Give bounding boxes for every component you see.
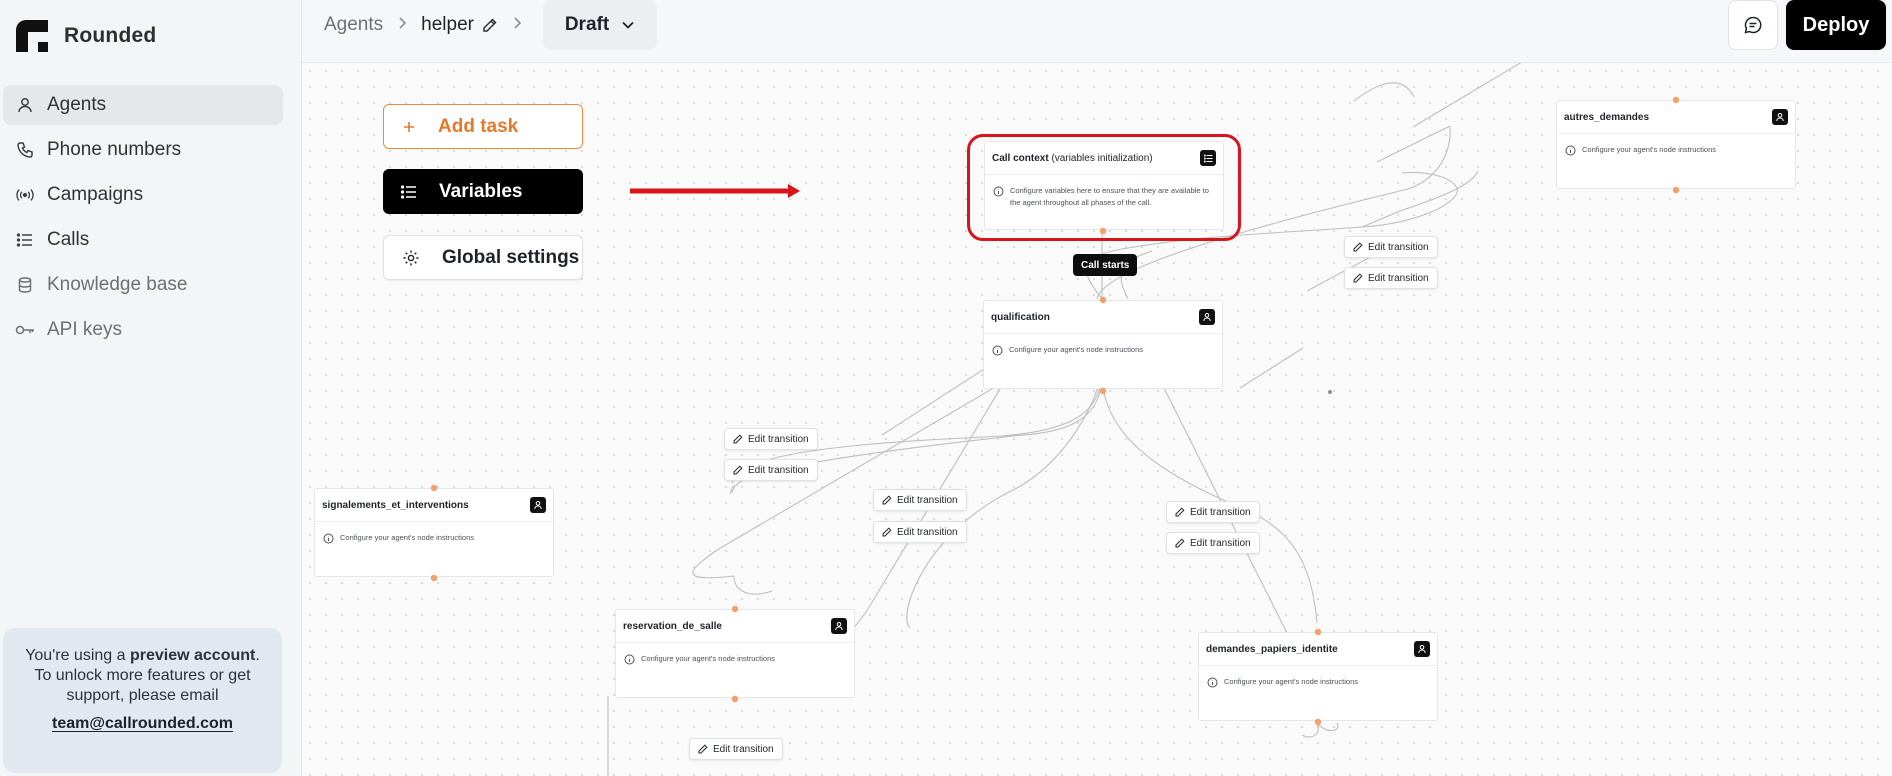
chat-button[interactable] — [1728, 0, 1778, 50]
sidebar-item-label: Calls — [47, 229, 90, 250]
version-label: Draft — [564, 14, 610, 35]
edit-transition-button[interactable]: Edit transition — [873, 489, 967, 511]
preview-account-notice: You're using a preview account. To unloc… — [3, 628, 282, 773]
sidebar-item-label: Phone numbers — [47, 139, 182, 160]
deploy-button[interactable]: Deploy — [1786, 0, 1886, 50]
edit-transition-label: Edit transition — [897, 494, 958, 506]
pencil-icon — [1353, 242, 1363, 252]
sidebar: Rounded Agents Phone numbers Campaigns C… — [0, 0, 302, 776]
edit-transition-button[interactable]: Edit transition — [1344, 236, 1438, 258]
pencil-icon — [1353, 273, 1363, 283]
pencil-icon — [882, 495, 892, 505]
pencil-icon — [882, 527, 892, 537]
phone-icon — [15, 140, 35, 160]
handle-signalements-top[interactable] — [430, 484, 438, 492]
brand[interactable]: Rounded — [14, 18, 156, 54]
handle-signalements-bottom[interactable] — [430, 574, 438, 582]
breadcrumb-agent-name[interactable]: helper — [421, 14, 498, 36]
pencil-icon[interactable] — [482, 17, 498, 33]
sidebar-item-calls[interactable]: Calls — [3, 220, 283, 260]
database-icon — [15, 275, 35, 295]
call-starts-label: Call starts — [1073, 254, 1138, 276]
message-icon — [1744, 16, 1762, 34]
edit-transition-button[interactable]: Edit transition — [724, 428, 818, 450]
handle-qualification-top[interactable] — [1099, 296, 1107, 304]
flow-canvas[interactable]: Add task Variables Global settings Call … — [302, 63, 1892, 776]
edit-transition-button[interactable]: Edit transition — [873, 521, 967, 543]
edit-transition-label: Edit transition — [1190, 506, 1251, 518]
handle-reservation-bottom[interactable] — [731, 695, 739, 703]
chevron-down-icon — [622, 21, 634, 29]
edit-transition-label: Edit transition — [748, 464, 809, 476]
list-icon — [15, 230, 35, 250]
sidebar-item-label: API keys — [47, 319, 122, 340]
handle-reservation-top[interactable] — [731, 605, 739, 613]
key-icon — [15, 320, 35, 340]
sidebar-item-api-keys[interactable]: API keys — [3, 310, 283, 350]
edit-transition-button[interactable]: Edit transition — [1344, 267, 1438, 289]
chevron-right-icon — [512, 16, 522, 35]
sidebar-item-agents[interactable]: Agents — [3, 85, 283, 125]
canvas-dot — [1328, 390, 1332, 394]
handle-call-context-bottom[interactable] — [1099, 227, 1107, 235]
pencil-icon — [1175, 538, 1185, 548]
pencil-icon — [733, 434, 743, 444]
pencil-icon — [733, 465, 743, 475]
sidebar-item-label: Knowledge base — [47, 274, 188, 295]
sidebar-item-label: Agents — [47, 94, 107, 115]
top-bar: Agents helper Draft Deploy — [302, 0, 1892, 63]
edit-transition-label: Edit transition — [713, 743, 774, 755]
version-select[interactable]: Draft — [543, 0, 657, 50]
user-icon — [15, 95, 35, 115]
edit-transition-button[interactable]: Edit transition — [1166, 501, 1260, 523]
breadcrumb-agents[interactable]: Agents — [324, 14, 383, 36]
edit-transition-button[interactable]: Edit transition — [689, 738, 783, 760]
edit-transition-label: Edit transition — [1368, 272, 1429, 284]
handle-demandes-bottom[interactable] — [1314, 718, 1322, 726]
broadcast-icon — [15, 185, 35, 205]
support-email-link[interactable]: team@callrounded.com — [52, 714, 233, 734]
sidebar-nav: Agents Phone numbers Campaigns Calls Kno… — [3, 85, 283, 355]
chevron-right-icon — [397, 16, 407, 35]
sidebar-item-knowledge-base[interactable]: Knowledge base — [3, 265, 283, 305]
edit-transition-label: Edit transition — [1190, 537, 1251, 549]
brand-name: Rounded — [64, 24, 157, 47]
sidebar-item-phone-numbers[interactable]: Phone numbers — [3, 130, 283, 170]
pencil-icon — [1175, 507, 1185, 517]
edit-transition-label: Edit transition — [1368, 241, 1429, 253]
edit-transition-button[interactable]: Edit transition — [1166, 532, 1260, 554]
sidebar-item-label: Campaigns — [47, 184, 144, 205]
logo-icon — [16, 20, 48, 52]
handle-autres-bottom[interactable] — [1672, 186, 1680, 194]
pencil-icon — [698, 744, 708, 754]
edit-transition-label: Edit transition — [748, 433, 809, 445]
node-handles — [430, 96, 1680, 726]
preview-text-bold: preview account — [129, 647, 256, 664]
agent-name: helper — [421, 14, 474, 35]
handle-autres-top[interactable] — [1672, 96, 1680, 104]
breadcrumb: Agents helper — [324, 0, 522, 50]
edit-transition-button[interactable]: Edit transition — [724, 459, 818, 481]
handle-qualification-bottom[interactable] — [1099, 387, 1107, 395]
sidebar-item-campaigns[interactable]: Campaigns — [3, 175, 283, 215]
edit-transition-label: Edit transition — [897, 526, 958, 538]
preview-text-prefix: You're using a — [25, 647, 130, 664]
handle-demandes-top[interactable] — [1314, 628, 1322, 636]
